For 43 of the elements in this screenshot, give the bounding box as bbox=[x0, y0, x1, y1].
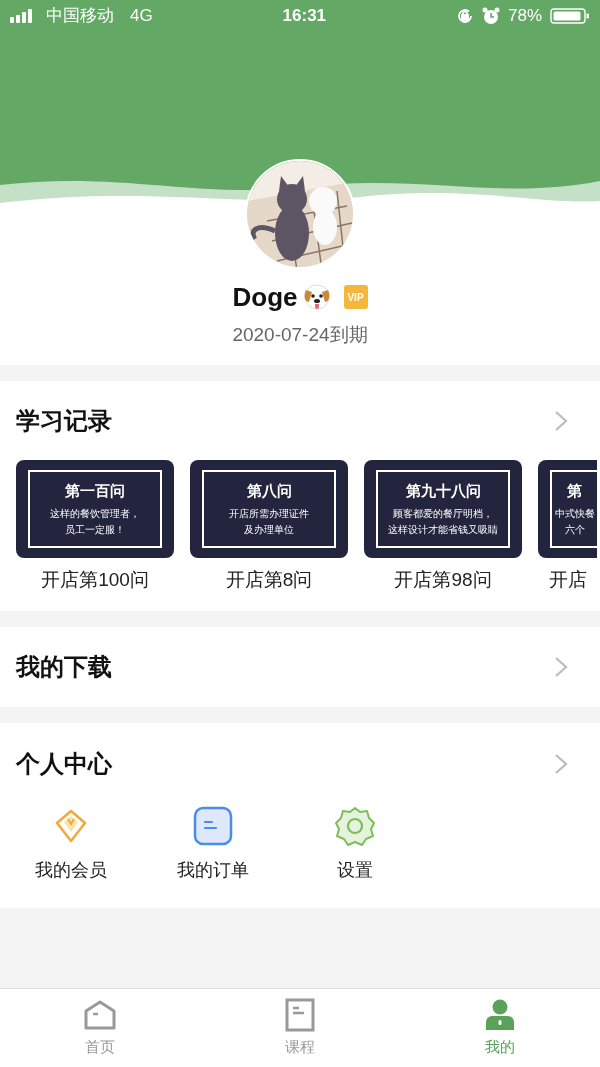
menu-item[interactable]: 我的会员 bbox=[0, 804, 142, 884]
cover-title: 第八问 bbox=[246, 480, 292, 501]
course-cover[interactable]: 第一百问 这样的餐饮管理者， 员工一定服！ bbox=[16, 460, 174, 558]
chevron-right-icon bbox=[554, 410, 568, 432]
cover-text: 开店所需办理证件 bbox=[229, 507, 309, 522]
course-title[interactable]: 开店 bbox=[548, 566, 587, 595]
section-title: 个人中心 bbox=[16, 748, 112, 779]
cover-text: 顾客都爱的餐厅明档， bbox=[393, 507, 493, 522]
battery-icon bbox=[550, 7, 590, 25]
person-icon bbox=[483, 997, 517, 1032]
cover-text: 六个 bbox=[564, 523, 585, 538]
course-cover[interactable]: 第九十八问 顾客都爱的餐厅明档， 这样设计才能省钱又吸睛 bbox=[364, 460, 522, 558]
chevron-right-icon bbox=[554, 655, 568, 678]
network-type: 4G bbox=[130, 5, 153, 28]
course-title[interactable]: 开店第100问 bbox=[41, 566, 149, 595]
course-title[interactable]: 开店第8问 bbox=[225, 566, 313, 595]
course-cover[interactable]: 第 中式快餐 六个 bbox=[538, 460, 597, 558]
document-icon bbox=[283, 997, 317, 1032]
dog-face-icon bbox=[301, 282, 332, 312]
vip-badge: VIP bbox=[343, 285, 368, 309]
alarm-icon bbox=[481, 7, 500, 25]
cover-text: 这样的餐饮管理者， bbox=[50, 507, 140, 522]
rotation-lock-icon bbox=[455, 7, 474, 25]
battery-percent: 78% bbox=[507, 5, 542, 28]
section-title: 我的下载 bbox=[16, 651, 112, 682]
cover-text: 这样设计才能省钱又吸睛 bbox=[388, 523, 498, 538]
cover-text: 及办理单位 bbox=[244, 523, 294, 538]
expiry-date: 2020-07-24到期 bbox=[232, 322, 368, 347]
cover-title: 第九十八问 bbox=[405, 480, 481, 501]
menu-item[interactable]: 设置 bbox=[284, 804, 426, 884]
user-name: Doge bbox=[232, 280, 298, 314]
cover-title: 第 bbox=[567, 480, 582, 501]
cover-title: 第一百问 bbox=[65, 480, 125, 501]
chevron-right-icon bbox=[554, 752, 568, 775]
course-cover[interactable]: 第八问 开店所需办理证件 及办理单位 bbox=[190, 460, 348, 558]
carrier-name: 中国移动 bbox=[46, 5, 114, 28]
course-title[interactable]: 开店第98问 bbox=[394, 566, 492, 595]
clock-time: 16:31 bbox=[282, 6, 327, 26]
section-title: 学习记录 bbox=[16, 406, 112, 436]
cover-text: 中式快餐 bbox=[554, 507, 595, 522]
menu-item[interactable]: 我的订单 bbox=[142, 804, 284, 884]
settings-icon bbox=[333, 804, 377, 849]
cover-text: 员工一定服！ bbox=[65, 523, 125, 538]
